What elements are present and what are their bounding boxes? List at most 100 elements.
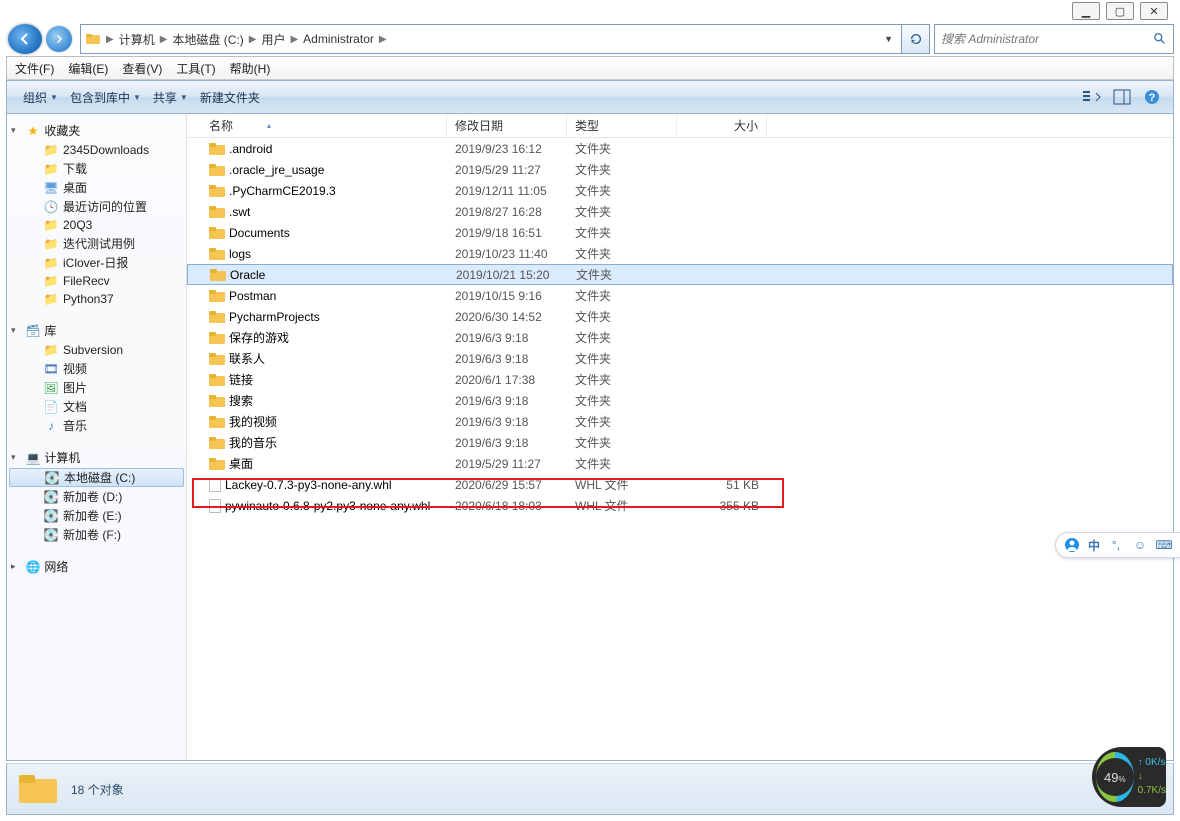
file-name: pywinauto-0.6.8-py2.py3-none-any.whl <box>225 499 430 513</box>
sidebar-item-videos[interactable]: 🎞视频 <box>7 359 186 378</box>
sidebar-item-subversion[interactable]: 📁Subversion <box>7 341 186 359</box>
file-row[interactable]: Oracle2019/10/21 15:20文件夹 <box>187 264 1173 285</box>
file-date: 2020/6/1 17:38 <box>447 373 567 387</box>
menu-view[interactable]: 查看(V) <box>122 60 162 77</box>
sidebar-item-filerecv[interactable]: 📁FileRecv <box>7 272 186 290</box>
file-row[interactable]: Postman2019/10/15 9:16文件夹 <box>187 285 1173 306</box>
file-row[interactable]: 桌面2019/5/29 11:27文件夹 <box>187 453 1173 474</box>
avatar-icon[interactable] <box>1064 537 1080 553</box>
column-header-size[interactable]: 大小 <box>677 114 767 137</box>
search-icon[interactable] <box>1153 32 1167 46</box>
keyboard-icon[interactable]: ⌨ <box>1156 537 1172 553</box>
sidebar-item-music[interactable]: ♪音乐 <box>7 416 186 435</box>
crumb-administrator[interactable]: Administrator <box>299 32 378 46</box>
file-row[interactable]: .swt2019/8/27 16:28文件夹 <box>187 201 1173 222</box>
column-header-type[interactable]: 类型 <box>567 114 677 137</box>
crumb-drive-c[interactable]: 本地磁盘 (C:) <box>168 31 247 48</box>
share-button[interactable]: 共享▼ <box>147 86 194 109</box>
sidebar-item-drive-d[interactable]: 💽新加卷 (D:) <box>7 487 186 506</box>
sidebar-favorites-header[interactable]: ▾★ 收藏夹 <box>7 120 186 141</box>
crumb-users[interactable]: 用户 <box>257 31 289 48</box>
sidebar-item-recent[interactable]: 🕓最近访问的位置 <box>7 197 186 216</box>
address-history-dropdown[interactable]: ▼ <box>880 34 897 44</box>
file-row[interactable]: .PyCharmCE2019.32019/12/11 11:05文件夹 <box>187 180 1173 201</box>
search-input[interactable] <box>941 32 1153 46</box>
ime-toolbar[interactable]: 中 °, ☺ ⌨ <box>1055 532 1180 558</box>
menu-help[interactable]: 帮助(H) <box>230 60 271 77</box>
file-type: 文件夹 <box>567 413 677 430</box>
sidebar-item-documents[interactable]: 📄文档 <box>7 397 186 416</box>
main-area: ▾★ 收藏夹 📁2345Downloads 📁下载 🖥桌面 🕓最近访问的位置 📁… <box>6 114 1174 761</box>
picture-icon: 🖼 <box>43 380 59 396</box>
file-row[interactable]: .android2019/9/23 16:12文件夹 <box>187 138 1173 159</box>
file-row[interactable]: PycharmProjects2020/6/30 14:52文件夹 <box>187 306 1173 327</box>
nav-forward-button[interactable] <box>46 26 72 52</box>
star-icon: ★ <box>25 123 41 139</box>
file-list-pane[interactable]: 名称▴ 修改日期 类型 大小 .android2019/9/23 16:12文件… <box>187 114 1173 760</box>
sidebar-computer-header[interactable]: ▾💻 计算机 <box>7 447 186 468</box>
sidebar-item-iteration-test[interactable]: 📁迭代测试用例 <box>7 234 186 253</box>
file-row[interactable]: 我的视频2019/6/3 9:18文件夹 <box>187 411 1173 432</box>
breadcrumb-bar[interactable]: ▶ 计算机 ▶ 本地磁盘 (C:) ▶ 用户 ▶ Administrator ▶… <box>80 24 902 54</box>
file-type: 文件夹 <box>567 434 677 451</box>
window-controls: ▁ ▢ ✕ <box>1072 2 1168 20</box>
file-row[interactable]: logs2019/10/23 11:40文件夹 <box>187 243 1173 264</box>
file-row[interactable]: 搜索2019/6/3 9:18文件夹 <box>187 390 1173 411</box>
sidebar-item-drive-e[interactable]: 💽新加卷 (E:) <box>7 506 186 525</box>
folder-icon <box>209 204 225 220</box>
file-row[interactable]: 联系人2019/6/3 9:18文件夹 <box>187 348 1173 369</box>
file-row[interactable]: Documents2019/9/18 16:51文件夹 <box>187 222 1173 243</box>
maximize-button[interactable]: ▢ <box>1106 2 1134 20</box>
drive-icon: 💽 <box>43 508 59 524</box>
sidebar-item-pictures[interactable]: 🖼图片 <box>7 378 186 397</box>
nav-back-button[interactable] <box>8 24 42 54</box>
network-monitor-widget[interactable]: 49% ↑ 0K/s ↓ 0.7K/s <box>1092 747 1166 807</box>
column-headers: 名称▴ 修改日期 类型 大小 <box>187 114 1173 138</box>
music-icon: ♪ <box>43 418 59 434</box>
ime-punct-icon[interactable]: °, <box>1108 537 1124 553</box>
folder-icon <box>209 183 225 199</box>
sidebar-network-group: ▸🌐 网络 <box>7 556 186 577</box>
library-icon: 🗃 <box>25 323 41 339</box>
close-button[interactable]: ✕ <box>1140 2 1168 20</box>
menu-edit[interactable]: 编辑(E) <box>68 60 108 77</box>
sidebar-item-python37[interactable]: 📁Python37 <box>7 290 186 308</box>
file-row[interactable]: 我的音乐2019/6/3 9:18文件夹 <box>187 432 1173 453</box>
minimize-button[interactable]: ▁ <box>1072 2 1100 20</box>
sidebar-item-desktop[interactable]: 🖥桌面 <box>7 178 186 197</box>
file-row[interactable]: pywinauto-0.6.8-py2.py3-none-any.whl 2020… <box>187 495 1173 516</box>
new-folder-button[interactable]: 新建文件夹 <box>194 86 266 109</box>
sidebar-libraries-header[interactable]: ▾🗃 库 <box>7 320 186 341</box>
column-header-date[interactable]: 修改日期 <box>447 114 567 137</box>
sidebar-network-header[interactable]: ▸🌐 网络 <box>7 556 186 577</box>
help-button[interactable]: ? <box>1141 86 1163 108</box>
navigation-pane[interactable]: ▾★ 收藏夹 📁2345Downloads 📁下载 🖥桌面 🕓最近访问的位置 📁… <box>7 114 187 760</box>
refresh-button[interactable] <box>902 24 930 54</box>
smiley-icon[interactable]: ☺ <box>1132 537 1148 553</box>
status-bar: 18 个对象 <box>6 763 1174 815</box>
menu-tools[interactable]: 工具(T) <box>176 60 215 77</box>
sidebar-item-drive-f[interactable]: 💽新加卷 (F:) <box>7 525 186 544</box>
preview-pane-button[interactable] <box>1111 86 1133 108</box>
folder-icon <box>209 456 225 472</box>
file-type: 文件夹 <box>567 308 677 325</box>
sidebar-item-downloads[interactable]: 📁下载 <box>7 159 186 178</box>
file-row[interactable]: 保存的游戏2019/6/3 9:18文件夹 <box>187 327 1173 348</box>
ime-mode-label[interactable]: 中 <box>1088 537 1100 554</box>
sidebar-item-2345downloads[interactable]: 📁2345Downloads <box>7 141 186 159</box>
crumb-computer[interactable]: 计算机 <box>115 31 159 48</box>
view-mode-button[interactable] <box>1081 86 1103 108</box>
sidebar-item-20q3[interactable]: 📁20Q3 <box>7 216 186 234</box>
search-box[interactable] <box>934 24 1174 54</box>
file-type: WHL 文件 <box>567 497 677 514</box>
column-header-name[interactable]: 名称▴ <box>187 114 447 137</box>
file-row[interactable]: 链接2020/6/1 17:38文件夹 <box>187 369 1173 390</box>
sidebar-item-drive-c[interactable]: 💽本地磁盘 (C:) <box>9 468 184 487</box>
file-row[interactable]: .oracle_jre_usage2019/5/29 11:27文件夹 <box>187 159 1173 180</box>
sidebar-item-iclover[interactable]: 📁iClover-日报 <box>7 253 186 272</box>
menu-file[interactable]: 文件(F) <box>15 60 54 77</box>
file-row[interactable]: Lackey-0.7.3-py3-none-any.whl2020/6/29 1… <box>187 474 1173 495</box>
include-library-button[interactable]: 包含到库中▼ <box>64 86 147 109</box>
file-date: 2020/6/18 18:03 <box>447 499 567 513</box>
organize-button[interactable]: 组织▼ <box>17 86 64 109</box>
